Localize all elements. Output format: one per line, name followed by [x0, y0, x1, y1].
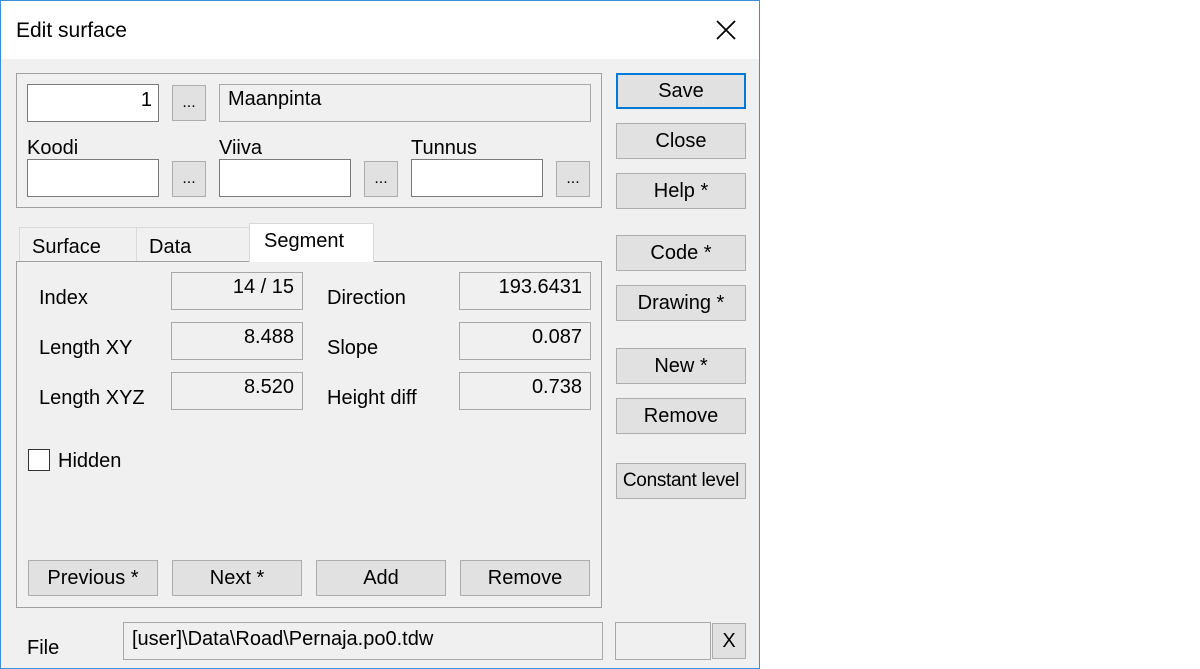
length-xyz-label: Length XYZ — [39, 387, 145, 409]
previous-button[interactable]: Previous * — [28, 560, 158, 596]
height-diff-label: Height diff — [327, 387, 417, 409]
remove-button[interactable]: Remove — [616, 398, 746, 434]
slope-field-value: 0.087 — [531, 326, 582, 348]
length-xy-field: 8.488 — [171, 322, 303, 360]
height-diff-field: 0.738 — [459, 372, 591, 410]
name-field-value: Maanpinta — [228, 88, 322, 110]
save-button[interactable]: Save — [616, 73, 746, 109]
name-field: Maanpinta — [219, 84, 591, 122]
length-xy-field-value: 8.488 — [243, 326, 294, 348]
code-button[interactable]: Code * — [616, 235, 746, 271]
koodi-label: Koodi — [27, 137, 79, 159]
file-label: File — [27, 637, 60, 659]
tab-surface[interactable]: Surface — [19, 227, 137, 261]
koodi-browse-button[interactable]: ... — [172, 161, 206, 197]
window-title: Edit surface — [16, 19, 127, 42]
file-path-value: [user]\Data\Road\Pernaja.po0.tdw — [132, 628, 434, 650]
length-xy-label: Length XY — [39, 337, 133, 359]
drawing-button[interactable]: Drawing * — [616, 285, 746, 321]
length-xyz-field: 8.520 — [171, 372, 303, 410]
title-bar: Edit surface — [1, 1, 759, 59]
index-field: 14 / 15 — [171, 272, 303, 310]
segment-panel — [16, 261, 602, 608]
hidden-checkbox[interactable] — [28, 449, 50, 471]
tab-data-label: Data — [149, 236, 192, 258]
tunnus-browse-button[interactable]: ... — [556, 161, 590, 197]
add-button[interactable]: Add — [316, 560, 446, 596]
number-field-value: 1 — [140, 89, 152, 111]
direction-label: Direction — [327, 287, 406, 309]
height-diff-field-value: 0.738 — [531, 376, 582, 398]
tab-data[interactable]: Data — [136, 227, 250, 261]
number-field[interactable]: 1 — [27, 84, 159, 122]
close-button[interactable]: Close — [616, 123, 746, 159]
help-button[interactable]: Help * — [616, 173, 746, 209]
viiva-browse-button[interactable]: ... — [364, 161, 398, 197]
slope-field: 0.087 — [459, 322, 591, 360]
viiva-field[interactable] — [219, 159, 351, 197]
slope-label: Slope — [327, 337, 379, 359]
clear-file-button[interactable]: X — [712, 623, 746, 659]
tunnus-field[interactable] — [411, 159, 543, 197]
number-browse-button[interactable]: ... — [172, 85, 206, 121]
remove-segment-button[interactable]: Remove — [460, 560, 590, 596]
edit-surface-dialog: Edit surface 1 ... Maanpinta Koodi Viiva… — [0, 0, 760, 669]
length-xyz-field-value: 8.520 — [243, 376, 294, 398]
viiva-label: Viiva — [219, 137, 262, 159]
koodi-field[interactable] — [27, 159, 159, 197]
file-path-field: [user]\Data\Road\Pernaja.po0.tdw — [123, 622, 603, 660]
direction-field: 193.6431 — [459, 272, 591, 310]
constant-level-button[interactable]: Constant level — [616, 463, 746, 499]
index-field-value: 14 / 15 — [232, 276, 294, 298]
tab-segment[interactable]: Segment — [249, 223, 374, 262]
direction-field-value: 193.6431 — [498, 276, 582, 298]
next-button[interactable]: Next * — [172, 560, 302, 596]
file-extra-field — [615, 622, 711, 660]
tab-segment-label: Segment — [264, 230, 345, 252]
close-icon[interactable] — [709, 13, 743, 47]
hidden-label: Hidden — [58, 450, 122, 472]
tunnus-label: Tunnus — [411, 137, 477, 159]
index-label: Index — [39, 287, 88, 309]
tab-surface-label: Surface — [32, 236, 101, 258]
new-button[interactable]: New * — [616, 348, 746, 384]
